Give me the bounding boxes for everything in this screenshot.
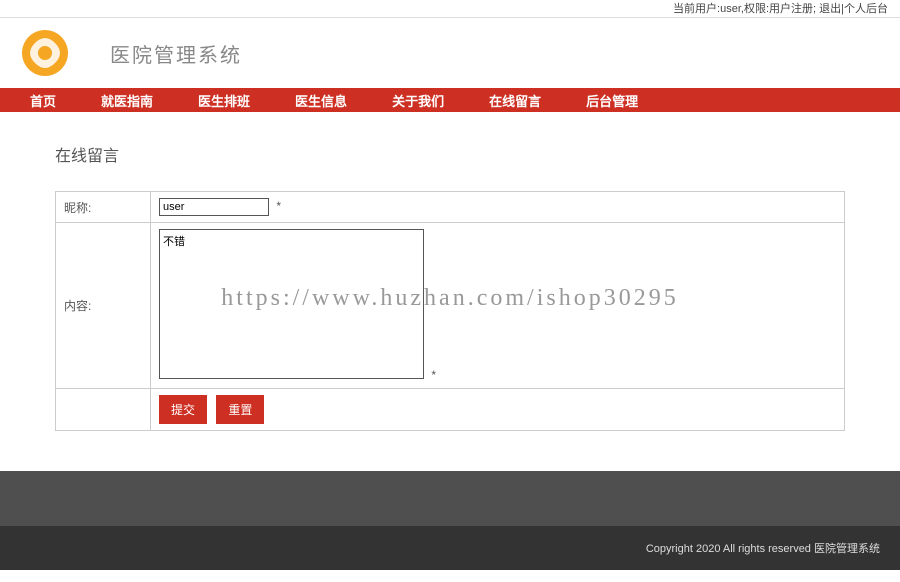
nav-doctors[interactable]: 医生信息 bbox=[295, 91, 347, 110]
logo-icon bbox=[20, 28, 70, 78]
content-required: * bbox=[431, 368, 436, 382]
nickname-label: 昵称: bbox=[56, 192, 151, 223]
nickname-row: 昵称: * bbox=[56, 192, 845, 223]
content-textarea[interactable] bbox=[159, 229, 424, 379]
nav-about[interactable]: 关于我们 bbox=[392, 91, 444, 110]
nickname-input[interactable] bbox=[159, 198, 269, 216]
topbar: 当前用户:user,权限:用户注册; 退出|个人后台 bbox=[0, 0, 900, 18]
navbar: 首页 就医指南 医生排班 医生信息 关于我们 在线留言 后台管理 bbox=[0, 88, 900, 112]
actions-row: 提交 重置 bbox=[56, 389, 845, 431]
page-title: 在线留言 bbox=[55, 142, 845, 166]
content-row: 内容: * bbox=[56, 223, 845, 389]
nav-message[interactable]: 在线留言 bbox=[489, 91, 541, 110]
current-user-label: 当前用户: bbox=[673, 3, 720, 15]
nickname-required: * bbox=[276, 199, 281, 213]
nav-schedule[interactable]: 医生排班 bbox=[198, 91, 250, 110]
nav-guide[interactable]: 就医指南 bbox=[101, 91, 153, 110]
site-title: 医院管理系统 bbox=[110, 39, 242, 68]
role-label: ,权限: bbox=[741, 3, 769, 15]
main-content: 在线留言 昵称: * 内容: * 提交 重置 bbox=[0, 112, 900, 471]
nav-home[interactable]: 首页 bbox=[30, 91, 56, 110]
role: 用户注册 bbox=[769, 3, 813, 15]
nav-admin[interactable]: 后台管理 bbox=[586, 91, 638, 110]
content-label: 内容: bbox=[56, 223, 151, 389]
footer-spacer bbox=[0, 471, 900, 526]
header: 医院管理系统 bbox=[0, 18, 900, 88]
logout-link[interactable]: 退出 bbox=[819, 3, 841, 15]
message-form-table: 昵称: * 内容: * 提交 重置 bbox=[55, 191, 845, 431]
profile-link[interactable]: 个人后台 bbox=[844, 3, 888, 15]
footer-text: Copyright 2020 All rights reserved 医院管理系… bbox=[646, 543, 880, 555]
submit-button[interactable]: 提交 bbox=[159, 395, 207, 424]
footer: Copyright 2020 All rights reserved 医院管理系… bbox=[0, 526, 900, 570]
reset-button[interactable]: 重置 bbox=[216, 395, 264, 424]
current-user: user bbox=[720, 3, 741, 15]
